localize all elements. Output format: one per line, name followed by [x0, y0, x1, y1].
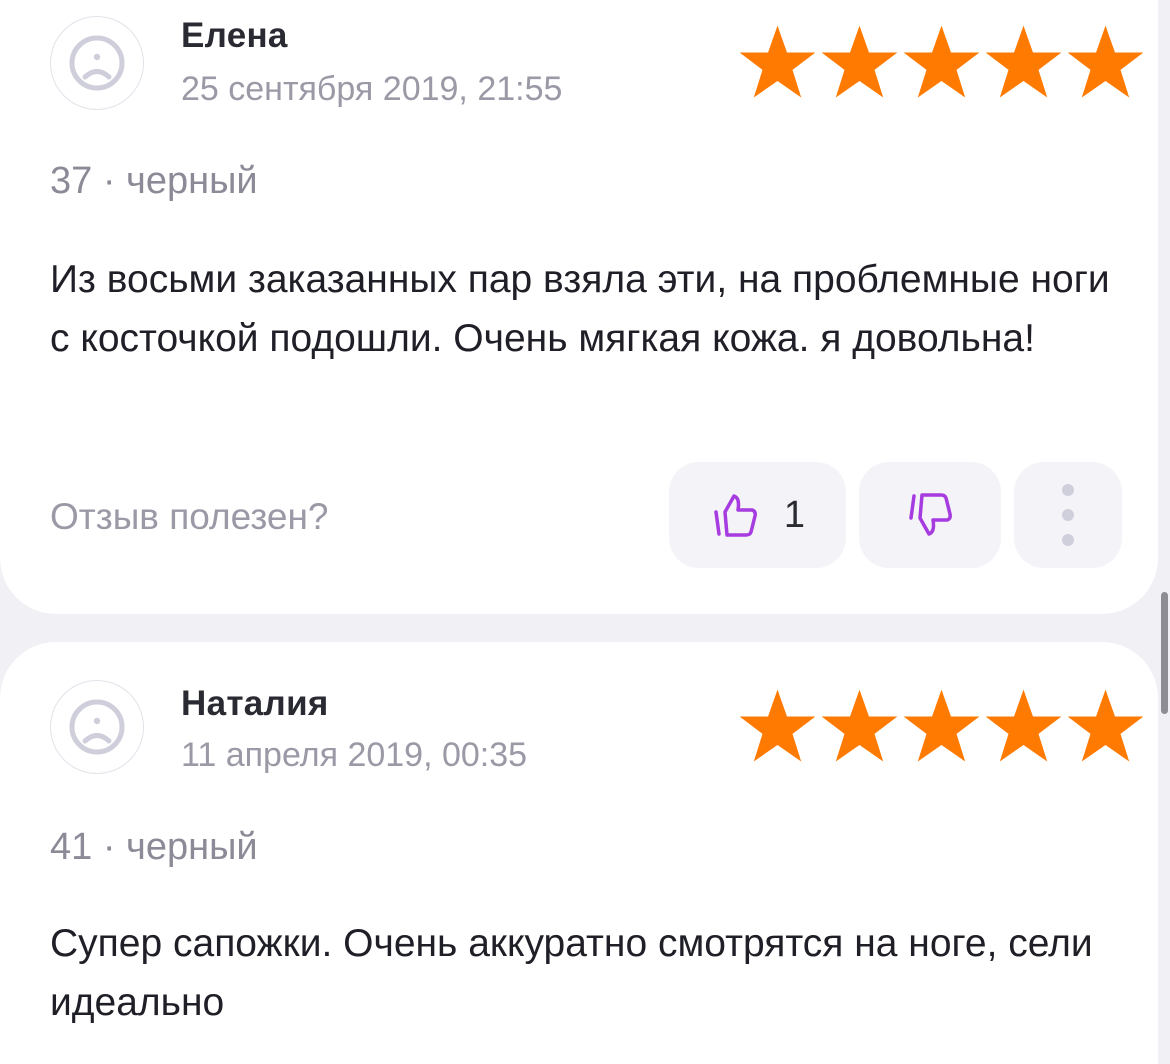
rating-stars [738, 688, 1145, 764]
review-card: Наталия 11 апреля 2019, 00:35 41 · черны… [0, 642, 1158, 1064]
scrollbar[interactable] [1161, 592, 1168, 714]
star-icon [985, 25, 1062, 98]
star-icon [821, 25, 898, 98]
sad-face-icon [69, 35, 125, 91]
reviews-page: Елена 25 сентября 2019, 21:55 37 · черны… [0, 0, 1170, 1064]
helpful-question: Отзыв полезен? [50, 496, 329, 537]
rating-stars [738, 24, 1145, 100]
review-card: Елена 25 сентября 2019, 21:55 37 · черны… [0, 0, 1158, 614]
more-options-button[interactable] [1014, 462, 1122, 568]
review-date: 25 сентября 2019, 21:55 [181, 70, 563, 108]
review-author: Наталия [181, 684, 329, 723]
like-count: 1 [783, 493, 806, 536]
review-text: Из восьми заказанных пар взяла эти, на п… [50, 258, 1110, 360]
like-button[interactable]: 1 [669, 462, 846, 568]
star-icon [821, 689, 898, 762]
star-icon [903, 689, 980, 762]
star-icon [985, 689, 1062, 762]
sad-face-icon [69, 699, 125, 755]
vertical-dots-icon [1062, 484, 1074, 546]
thumbs-down-icon [909, 493, 952, 536]
star-icon [1067, 25, 1144, 98]
dislike-button[interactable] [859, 462, 1001, 568]
star-icon [1067, 689, 1144, 762]
review-author: Елена [181, 16, 288, 55]
review-text: Супер сапожки. Очень аккуратно смотрятся… [50, 922, 1093, 1024]
thumbs-up-icon [714, 494, 757, 537]
review-variant: 37 · черный [50, 160, 258, 202]
avatar [50, 16, 144, 110]
review-variant: 41 · черный [50, 826, 258, 868]
review-date: 11 апреля 2019, 00:35 [181, 736, 528, 774]
star-icon [903, 25, 980, 98]
avatar [50, 680, 144, 774]
star-icon [739, 689, 816, 762]
star-icon [739, 25, 816, 98]
